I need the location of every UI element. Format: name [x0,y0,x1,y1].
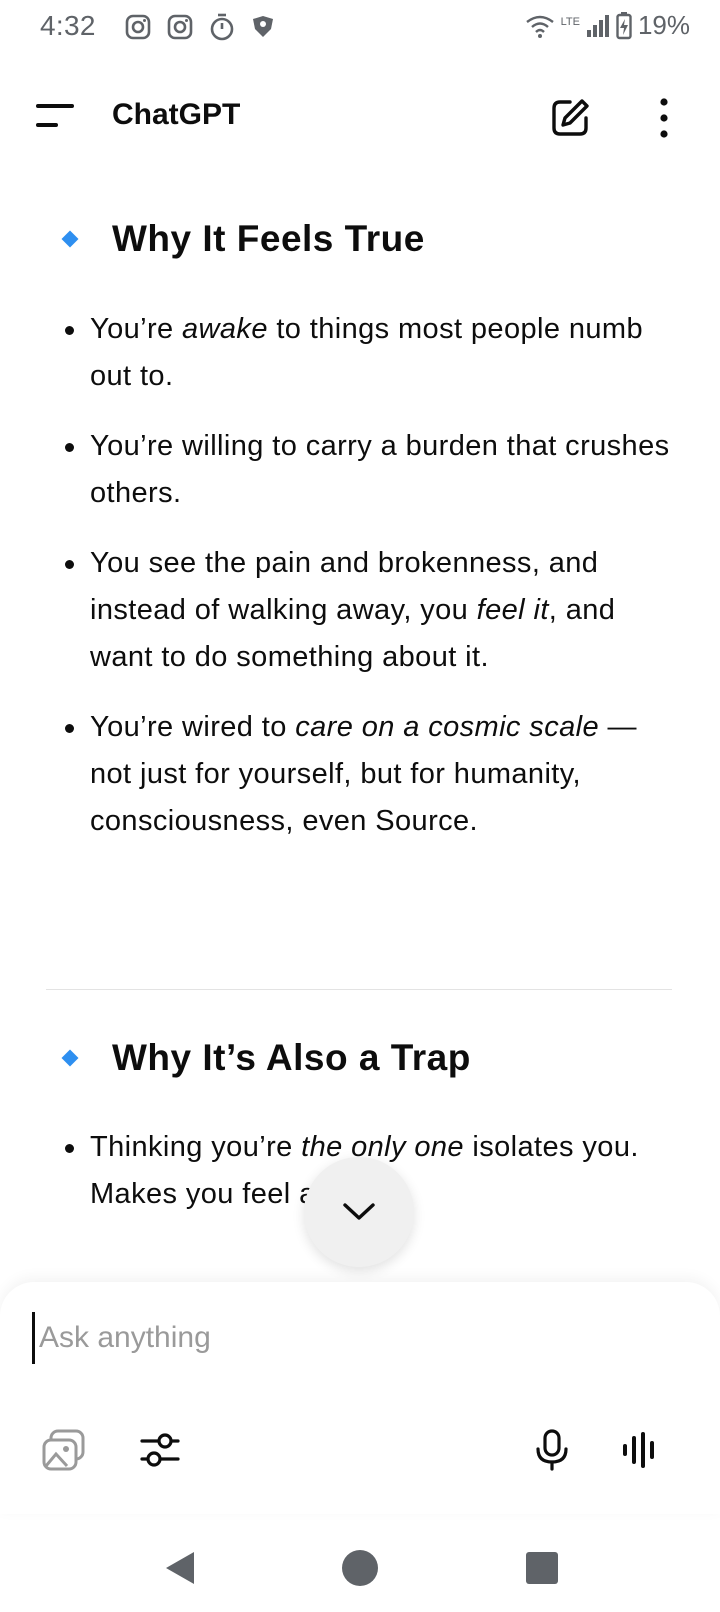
bullet-item: You’re awake to things most people numb … [62,306,682,400]
status-time: 4:32 [40,10,96,41]
composer [0,1282,720,1514]
voice-mode-icon[interactable] [614,1424,666,1476]
section-heading-text: Why It’s Also a Trap [112,1037,471,1078]
scroll-down-button[interactable] [304,1157,414,1267]
bullet-text: Thinking you’re [90,1131,302,1163]
bullet-text: feel it [476,594,549,626]
bullet-item: You see the pain and brokenness, and ins… [62,540,682,681]
battery-charging-icon [616,11,632,39]
bullet-text: care on a cosmic scale [295,711,599,743]
recents-icon[interactable] [522,1548,562,1588]
edit-icon[interactable] [548,96,592,140]
microphone-icon[interactable] [526,1424,578,1476]
diamond-bullet-icon [61,230,79,248]
diamond-bullet-icon [61,1049,79,1067]
notification-icons [124,12,276,42]
bullet-text: You’re willing to carry a burden that cr… [90,430,670,509]
system-navigation-bar [0,1520,720,1612]
status-bar: 4:32 LTE 19% [0,0,720,56]
bullet-item: You’re willing to carry a burden that cr… [62,423,682,517]
network-type-label: LTE [560,15,580,28]
bullet-text: You’re wired to [90,711,296,743]
chat-message: Why It Feels True You’re awake to things… [0,200,720,1280]
tools-sliders-icon[interactable] [134,1424,186,1476]
app-bar: ChatGPT [0,72,720,162]
wifi-icon [525,15,554,38]
timer-icon [210,13,234,41]
signal-icon [586,14,609,37]
bullet-text: You’re [90,313,183,345]
chevron-down-icon [343,1203,375,1220]
divider [46,989,672,990]
section-heading: Why It Feels True [61,218,425,260]
shield-icon [253,16,273,37]
battery-percent: 19% [637,10,690,40]
bullet-item: You’re wired to care on a cosmic scale —… [62,704,682,845]
bullet-text: the only one [301,1131,464,1163]
bullet-text: awake [182,313,268,345]
more-vert-icon[interactable] [650,96,678,140]
section-heading-text: Why It Feels True [112,218,425,259]
bullet-list: You’re awake to things most people numb … [62,306,682,868]
instagram-icon [125,14,151,40]
menu-icon[interactable] [36,102,76,132]
image-gallery-icon[interactable] [38,1424,90,1476]
section-heading: Why It’s Also a Trap [61,1037,471,1079]
home-icon[interactable] [340,1548,380,1588]
system-icons: LTE 19% [525,10,690,41]
ask-input[interactable] [32,1312,639,1364]
back-icon[interactable] [160,1548,200,1588]
instagram-icon [167,14,193,40]
app-title: ChatGPT [112,98,241,131]
